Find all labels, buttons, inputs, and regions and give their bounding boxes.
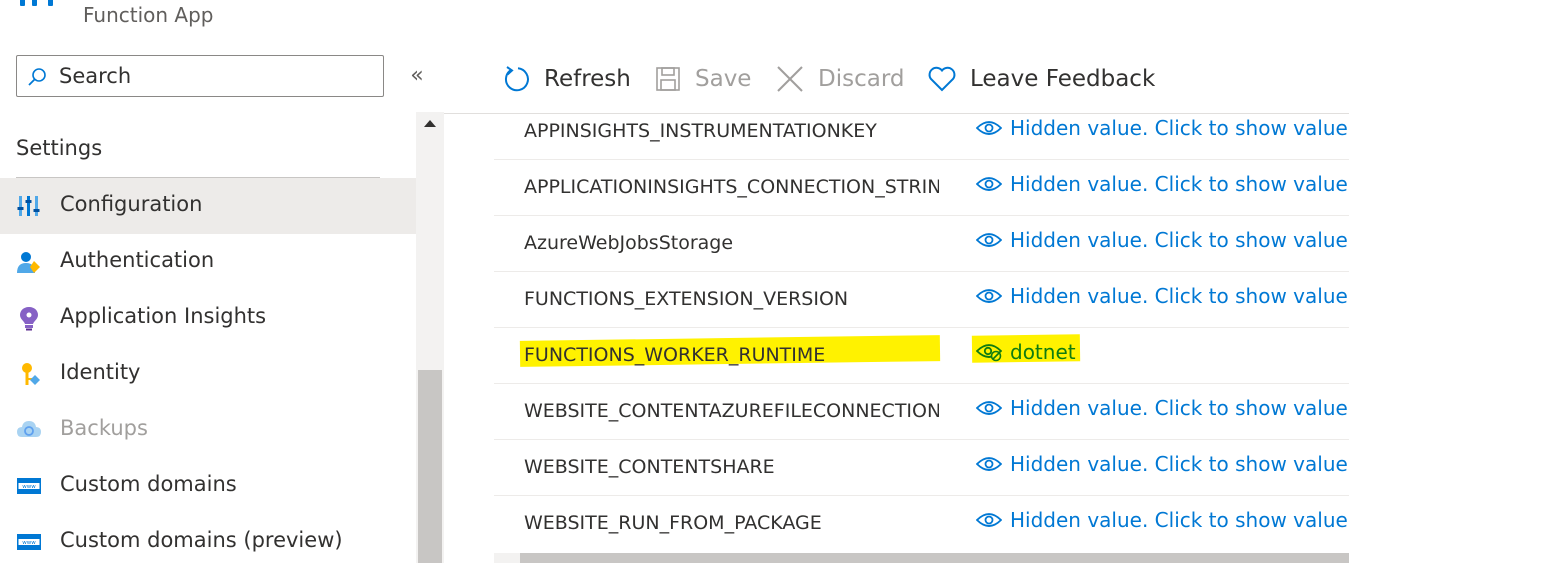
discard-icon bbox=[777, 66, 803, 92]
eye-icon bbox=[976, 233, 1002, 247]
table-row[interactable]: APPLICATIONINSIGHTS_CONNECTION_STRIN Hid… bbox=[494, 160, 1349, 216]
eye-icon bbox=[976, 289, 1002, 303]
svg-text:www: www bbox=[22, 484, 36, 490]
sidebar-item-label: Configuration bbox=[60, 192, 203, 216]
table-row[interactable]: AzureWebJobsStorage Hidden value. Click … bbox=[494, 216, 1349, 272]
setting-name: FUNCTIONS_EXTENSION_VERSION bbox=[524, 288, 849, 310]
scrollbar-thumb[interactable] bbox=[520, 553, 1349, 563]
setting-value: Hidden value. Click to show value bbox=[1010, 284, 1348, 308]
configuration-icon bbox=[17, 196, 40, 216]
sidebar-item-configuration[interactable]: Configuration bbox=[0, 178, 416, 234]
application-settings-table: APPINSIGHTS_INSTRUMENTATIONKEY Hidden va… bbox=[494, 104, 1349, 552]
custom-domains-icon: www bbox=[17, 478, 41, 494]
show-value-link[interactable]: Hidden value. Click to show value bbox=[976, 508, 1348, 532]
refresh-icon bbox=[504, 66, 529, 92]
sidebar-item-authentication[interactable]: Authentication bbox=[0, 234, 416, 290]
sidebar-item-label: Custom domains bbox=[60, 472, 237, 496]
setting-name: WEBSITE_RUN_FROM_PACKAGE bbox=[524, 512, 822, 534]
custom-domains-preview-icon: www bbox=[17, 534, 41, 550]
show-value-link[interactable]: Hidden value. Click to show value bbox=[976, 228, 1348, 252]
save-icon bbox=[656, 67, 680, 91]
save-button[interactable]: Save bbox=[655, 62, 751, 96]
sidebar-item-label: Custom domains (preview) bbox=[60, 528, 343, 552]
sidebar-item-label: Application Insights bbox=[60, 304, 267, 328]
collapse-sidebar-button[interactable]: « bbox=[404, 64, 430, 90]
search-icon bbox=[28, 68, 46, 86]
search-box[interactable] bbox=[16, 55, 384, 97]
show-value-link[interactable]: Hidden value. Click to show value bbox=[976, 396, 1348, 420]
svg-text:www: www bbox=[22, 540, 36, 546]
show-value-link[interactable]: Hidden value. Click to show value bbox=[976, 452, 1348, 476]
table-row[interactable]: APPINSIGHTS_INSTRUMENTATIONKEY Hidden va… bbox=[494, 104, 1349, 160]
authentication-icon bbox=[17, 252, 40, 273]
sidebar-item-label: Authentication bbox=[60, 248, 215, 272]
refresh-button[interactable]: Refresh bbox=[502, 62, 631, 96]
heart-icon bbox=[928, 66, 956, 92]
eye-icon bbox=[976, 121, 1002, 135]
discard-label: Discard bbox=[818, 66, 905, 92]
application-insights-icon bbox=[20, 307, 38, 331]
leave-feedback-label: Leave Feedback bbox=[970, 66, 1156, 92]
sidebar-item-label: Backups bbox=[60, 416, 148, 440]
eye-icon bbox=[976, 513, 1002, 527]
sidebar-item-application-insights[interactable]: Application Insights bbox=[0, 290, 416, 346]
save-label: Save bbox=[695, 66, 752, 92]
show-value-link[interactable]: Hidden value. Click to show value bbox=[976, 116, 1348, 140]
refresh-label: Refresh bbox=[544, 66, 631, 92]
setting-name: APPLICATIONINSIGHTS_CONNECTION_STRIN bbox=[524, 176, 939, 198]
eye-icon bbox=[976, 177, 1002, 191]
scrollbar-thumb[interactable] bbox=[418, 370, 442, 563]
setting-value: Hidden value. Click to show value bbox=[1010, 508, 1348, 532]
setting-value: dotnet bbox=[1010, 340, 1076, 364]
settings-section-title: Settings bbox=[16, 136, 103, 160]
sidebar-item-identity[interactable]: Identity bbox=[0, 346, 416, 402]
search-input[interactable] bbox=[59, 62, 369, 90]
setting-name: AzureWebJobsStorage bbox=[524, 232, 734, 254]
backups-icon bbox=[17, 421, 41, 437]
eye-icon bbox=[976, 401, 1002, 415]
setting-name: FUNCTIONS_WORKER_RUNTIME bbox=[524, 344, 826, 366]
leave-feedback-button[interactable]: Leave Feedback bbox=[928, 62, 1155, 96]
sidebar-item-custom-domains-preview[interactable]: www Custom domains (preview) bbox=[0, 514, 416, 563]
discard-button[interactable]: Discard bbox=[776, 62, 904, 96]
setting-value: Hidden value. Click to show value bbox=[1010, 452, 1348, 476]
eye-hide-icon bbox=[976, 344, 1002, 362]
setting-value: Hidden value. Click to show value bbox=[1010, 396, 1348, 420]
table-row[interactable]: WEBSITE_CONTENTSHARE Hidden value. Click… bbox=[494, 440, 1349, 496]
setting-name: APPINSIGHTS_INSTRUMENTATIONKEY bbox=[524, 120, 877, 142]
table-row[interactable]: FUNCTIONS_EXTENSION_VERSION Hidden value… bbox=[494, 272, 1349, 328]
sidebar-item-backups[interactable]: Backups bbox=[0, 402, 416, 458]
setting-value: Hidden value. Click to show value bbox=[1010, 172, 1348, 196]
setting-value: Hidden value. Click to show value bbox=[1010, 116, 1348, 140]
function-app-logo-icon bbox=[20, 0, 60, 8]
eye-icon bbox=[976, 457, 1002, 471]
show-value-link[interactable]: Hidden value. Click to show value bbox=[976, 284, 1348, 308]
setting-value: Hidden value. Click to show value bbox=[1010, 228, 1348, 252]
scroll-up-arrow-icon[interactable] bbox=[424, 120, 436, 127]
setting-name: WEBSITE_CONTENTAZUREFILECONNECTIONS bbox=[524, 400, 939, 422]
sidebar-scrollbar[interactable] bbox=[416, 112, 444, 563]
table-row[interactable]: WEBSITE_CONTENTAZUREFILECONNECTIONS Hidd… bbox=[494, 384, 1349, 440]
table-row[interactable]: WEBSITE_RUN_FROM_PACKAGE Hidden value. C… bbox=[494, 496, 1349, 552]
sidebar-item-custom-domains[interactable]: www Custom domains bbox=[0, 458, 416, 514]
identity-icon bbox=[22, 363, 40, 385]
sidebar-item-label: Identity bbox=[60, 360, 141, 384]
table-row-highlighted[interactable]: FUNCTIONS_WORKER_RUNTIME dotnet bbox=[494, 328, 1349, 384]
app-subtitle: Function App bbox=[83, 3, 214, 27]
show-value-link[interactable]: Hidden value. Click to show value bbox=[976, 172, 1348, 196]
shown-value[interactable]: dotnet bbox=[976, 340, 1076, 364]
table-horizontal-scrollbar[interactable] bbox=[494, 553, 1349, 563]
setting-name: WEBSITE_CONTENTSHARE bbox=[524, 456, 775, 478]
